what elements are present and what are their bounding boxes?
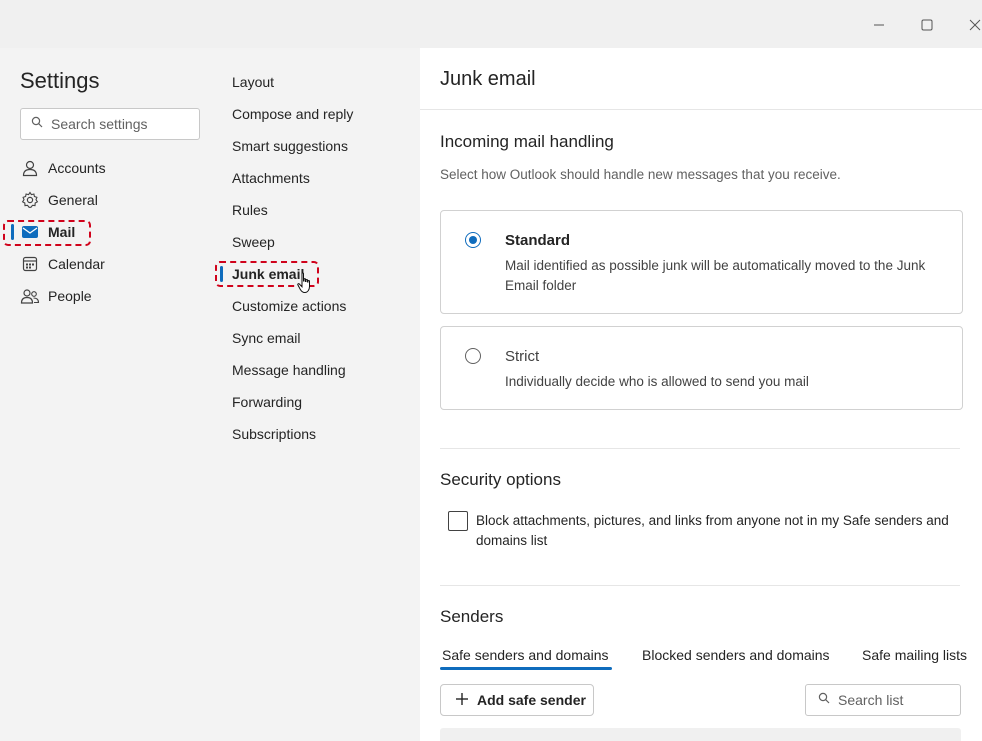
radio-standard[interactable]: [465, 232, 481, 248]
option-strict-title: Strict: [505, 348, 540, 365]
junk-email-settings-pane: Junk email Incoming mail handling Select…: [420, 48, 982, 741]
sidebar-item-label: General: [48, 192, 98, 208]
sidebar-item-label: Mail: [48, 224, 76, 240]
search-list-box[interactable]: [805, 684, 961, 716]
radio-strict[interactable]: [465, 348, 481, 364]
add-safe-sender-button[interactable]: Add safe sender: [440, 684, 594, 716]
block-attachments-checkbox[interactable]: [448, 511, 468, 531]
section-divider: [440, 448, 960, 449]
title-bar: [0, 0, 982, 48]
section-divider: [440, 585, 960, 586]
subnav-item-subscriptions[interactable]: Subscriptions: [218, 418, 420, 450]
subnav-item-forwarding[interactable]: Forwarding: [218, 386, 420, 418]
security-options-heading: Security options: [440, 470, 561, 489]
sidebar-item-accounts[interactable]: Accounts: [0, 152, 218, 184]
subnav-item-message-handling[interactable]: Message handling: [218, 354, 420, 386]
option-standard[interactable]: Standard Mail identified as possible jun…: [440, 210, 963, 314]
search-settings-input[interactable]: [51, 116, 191, 132]
plus-icon: [455, 690, 469, 710]
block-attachments-label: Block attachments, pictures, and links f…: [476, 513, 949, 548]
subnav-item-customize-actions[interactable]: Customize actions: [218, 290, 420, 322]
subnav-item-rules[interactable]: Rules: [218, 194, 420, 226]
search-icon: [818, 691, 830, 709]
search-icon: [31, 115, 43, 133]
tab-blocked-senders[interactable]: Blocked senders and domains: [642, 647, 830, 663]
option-strict-description: Individually decide who is allowed to se…: [505, 374, 809, 389]
subnav-item-smart-suggestions[interactable]: Smart suggestions: [218, 130, 420, 162]
sidebar-item-label: People: [48, 288, 92, 304]
settings-title: Settings: [20, 68, 100, 93]
subnav-item-junk-email[interactable]: Junk email: [215, 258, 420, 294]
calendar-icon: [20, 254, 40, 274]
minimize-icon[interactable]: [866, 12, 892, 38]
option-standard-title: Standard: [505, 232, 571, 249]
mail-icon: [20, 222, 40, 242]
senders-heading: Senders: [440, 607, 504, 626]
incoming-mail-heading: Incoming mail handling: [440, 132, 614, 151]
search-list-input[interactable]: [838, 692, 948, 708]
subnav-item-sync-email[interactable]: Sync email: [218, 322, 420, 354]
subnav-item-attachments[interactable]: Attachments: [218, 162, 420, 194]
safe-senders-list: [440, 728, 961, 741]
sidebar-item-label: Calendar: [48, 256, 105, 272]
settings-sidebar: Settings Accounts General Mail: [0, 48, 218, 741]
incoming-mail-description: Select how Outlook should handle new mes…: [440, 167, 841, 182]
subnav-item-sweep[interactable]: Sweep: [218, 226, 420, 258]
person-icon: [20, 158, 40, 178]
maximize-icon[interactable]: [914, 12, 940, 38]
subnav-item-label: Junk email: [232, 266, 305, 282]
sidebar-item-mail[interactable]: Mail: [0, 216, 218, 248]
mail-highlight-annotation: [3, 220, 91, 246]
page-title: Junk email: [440, 68, 536, 90]
search-settings-box[interactable]: [20, 108, 200, 140]
gear-icon: [20, 190, 40, 210]
close-icon[interactable]: [962, 12, 982, 38]
sidebar-item-calendar[interactable]: Calendar: [0, 248, 218, 280]
people-icon: [20, 286, 40, 306]
option-strict[interactable]: Strict Individually decide who is allowe…: [440, 326, 963, 410]
active-tab-indicator: [440, 667, 612, 670]
subnav-item-compose-and-reply[interactable]: Compose and reply: [218, 98, 420, 130]
tab-safe-mailing-lists[interactable]: Safe mailing lists: [862, 647, 967, 663]
settings-categories: Accounts General Mail Calendar People: [0, 152, 218, 312]
mail-subnav: Layout Compose and reply Smart suggestio…: [215, 48, 420, 741]
title-divider: [420, 109, 982, 110]
add-safe-sender-label: Add safe sender: [477, 692, 586, 708]
subnav-item-layout[interactable]: Layout: [218, 66, 420, 98]
sidebar-item-people[interactable]: People: [0, 280, 218, 312]
sidebar-item-general[interactable]: General: [0, 184, 218, 216]
tab-safe-senders[interactable]: Safe senders and domains: [442, 647, 609, 663]
option-standard-description: Mail identified as possible junk will be…: [505, 258, 926, 293]
sidebar-item-label: Accounts: [48, 160, 106, 176]
